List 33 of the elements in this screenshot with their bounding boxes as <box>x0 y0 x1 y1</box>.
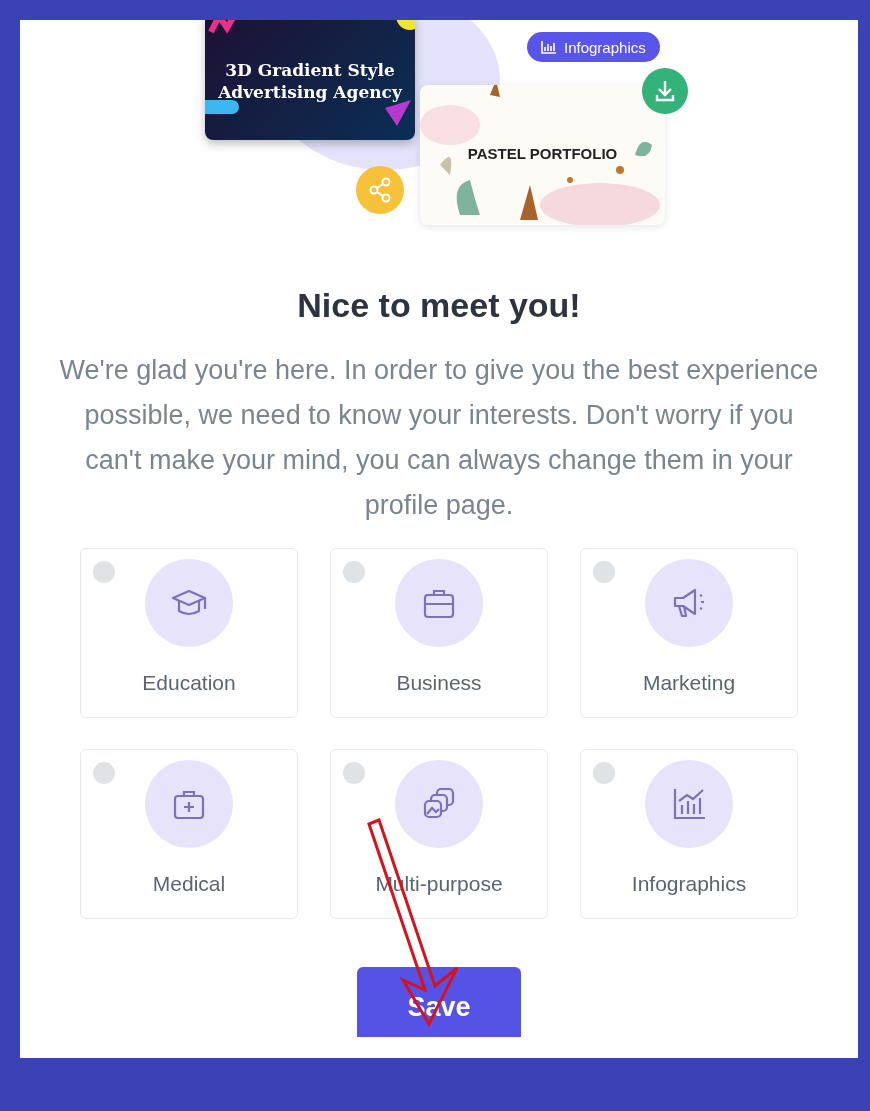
leaf-shape <box>456 180 480 215</box>
share-icon <box>356 166 404 214</box>
category-label: Medical <box>152 872 226 896</box>
intro-paragraph: We're glad you're here. In order to give you the best experience possible, we need to know your interests. Don't worry if you can't make your mind, you can always change them in your profile page. <box>58 354 820 522</box>
category-card[interactable]: Medical <box>80 749 298 919</box>
category-label: Infographics <box>631 872 747 896</box>
squiggle-shape <box>208 20 238 34</box>
category-card[interactable]: Marketing <box>580 548 798 718</box>
category-card[interactable]: Education <box>80 548 298 718</box>
category-label: Marketing <box>642 671 736 695</box>
category-label: Business <box>396 671 482 695</box>
radio-button[interactable] <box>93 762 115 784</box>
radio-button[interactable] <box>343 561 365 583</box>
leaf-shape <box>520 185 538 220</box>
radio-button[interactable] <box>343 762 365 784</box>
radio-button[interactable] <box>93 561 115 583</box>
category-card[interactable]: Infographics <box>580 749 798 919</box>
leaf-shape <box>635 141 652 157</box>
leaf-shape <box>490 85 500 97</box>
radio-button[interactable] <box>593 762 615 784</box>
template-title: 3D Gradient Style Advertising Agency <box>217 59 404 103</box>
category-label: Education <box>142 671 236 695</box>
dot-shape <box>616 166 624 174</box>
tube-shape <box>205 100 239 114</box>
template-title: PASTEL PORTFOLIO <box>467 144 618 162</box>
leaf-shape <box>440 157 452 175</box>
triangle-shape <box>385 100 411 126</box>
bar-chart-icon <box>541 40 557 54</box>
badge-label: Infographics <box>564 38 646 56</box>
radio-button[interactable] <box>593 561 615 583</box>
dot-shape <box>567 177 573 183</box>
category-card[interactable]: Business <box>330 548 548 718</box>
greeting-heading: Nice to meet you! <box>297 285 581 326</box>
